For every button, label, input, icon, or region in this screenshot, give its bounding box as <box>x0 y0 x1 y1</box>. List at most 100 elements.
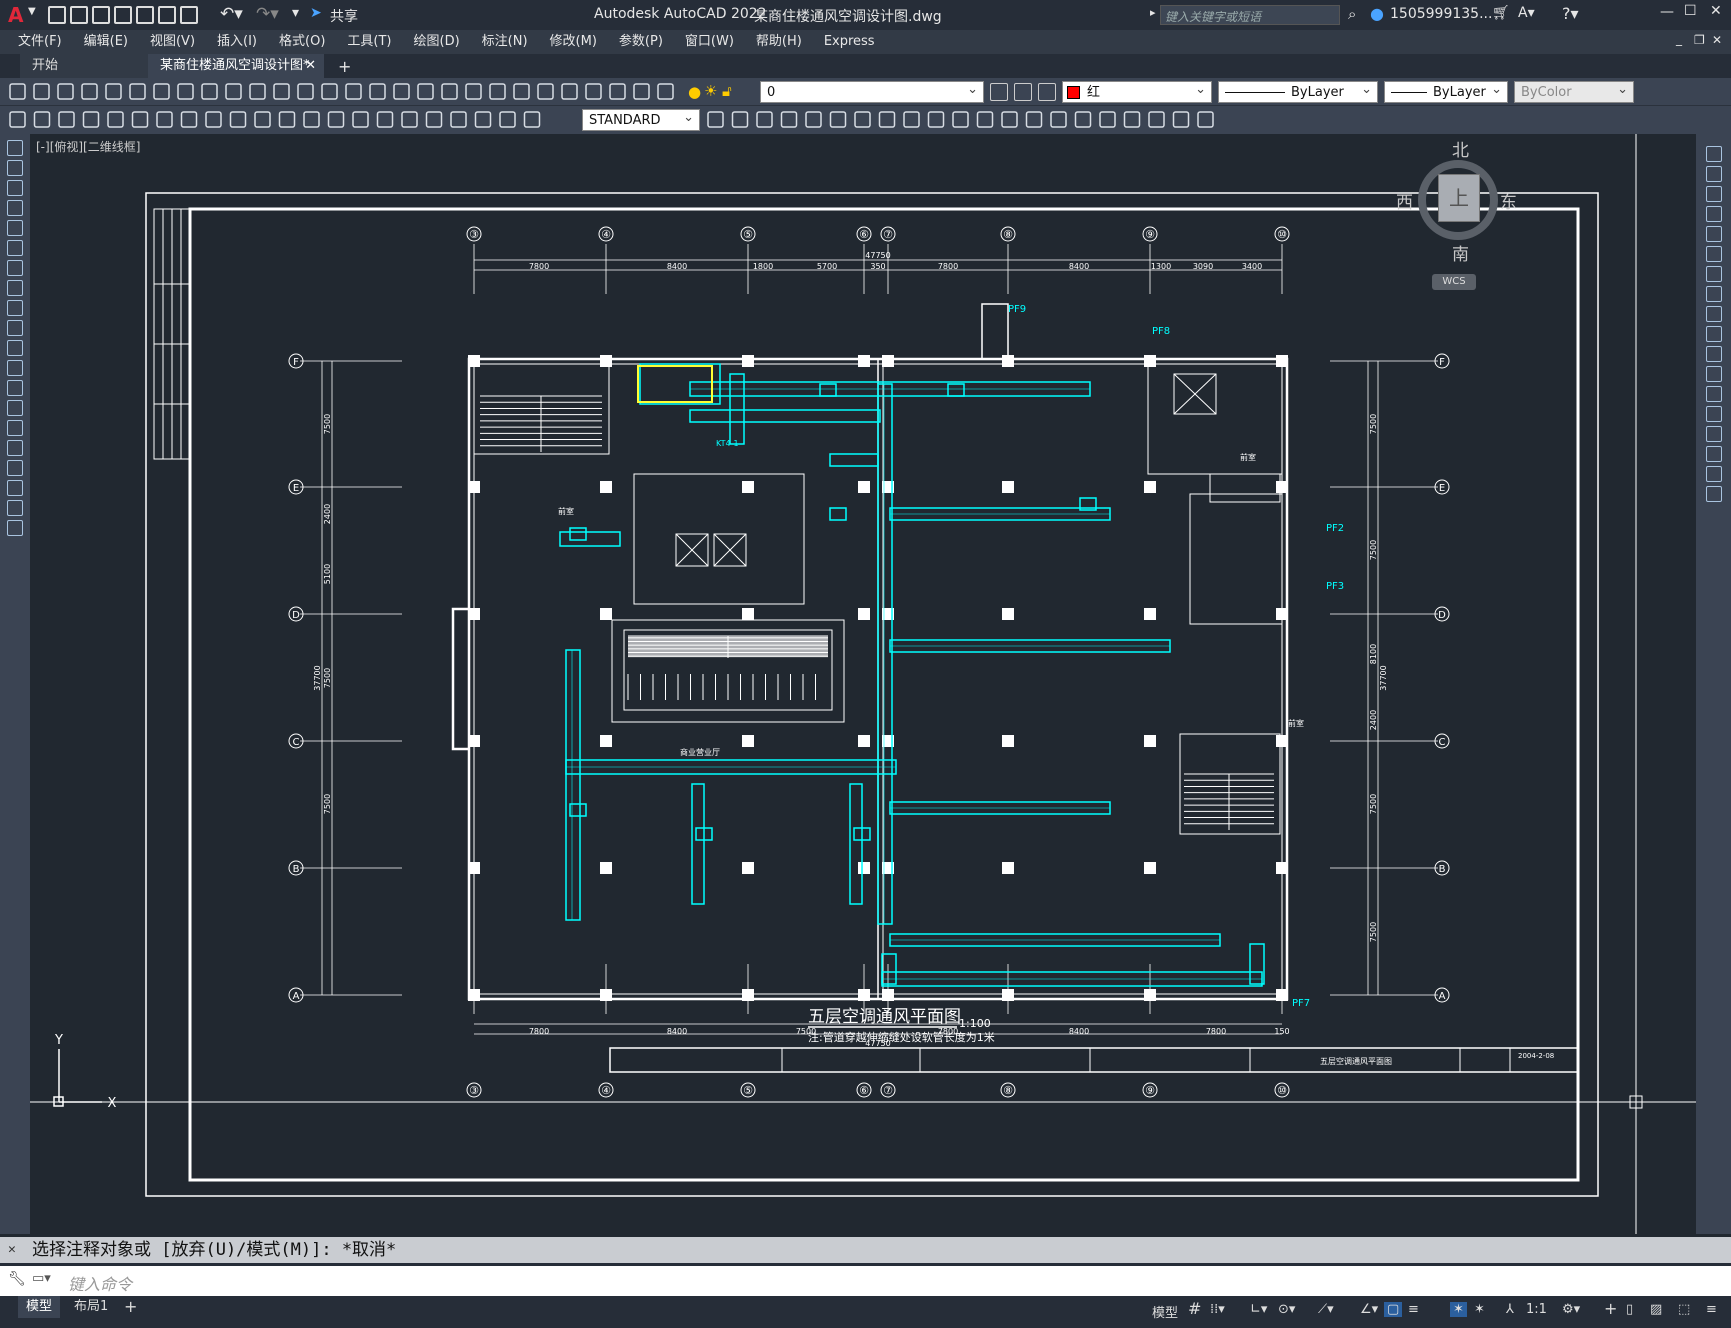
menu-view[interactable]: 视图(V) <box>139 30 206 54</box>
maximize-button[interactable]: ☐ <box>1684 3 1697 19</box>
compass-north[interactable]: 北 <box>1452 136 1469 161</box>
compass-east[interactable]: 东 <box>1500 188 1517 213</box>
lineweight-dropdown[interactable]: ByLayer <box>1384 79 1508 103</box>
draw-tool-icon[interactable] <box>7 400 23 416</box>
modify-tool-icon[interactable] <box>1706 466 1722 482</box>
draw-tool-icon[interactable] <box>7 220 23 236</box>
clean-screen-icon[interactable]: ⬚ <box>1678 1302 1690 1317</box>
workspace-gear-icon[interactable]: ⚙▾ <box>1562 1302 1580 1317</box>
command-line[interactable]: 🔧︎ ▭▾ 键入命令 <box>0 1266 1731 1296</box>
menu-window[interactable]: 窗口(W) <box>674 30 745 54</box>
menu-help[interactable]: 帮助(H) <box>745 30 813 54</box>
draw-tool-icon[interactable] <box>7 420 23 436</box>
layer-properties-icon[interactable] <box>990 83 1008 101</box>
compass-west[interactable]: 西 <box>1396 188 1413 213</box>
modify-tool-icon[interactable] <box>1706 226 1722 242</box>
polar-icon[interactable]: ⊙▾ <box>1278 1302 1295 1317</box>
auto-scale-icon[interactable]: ✶ <box>1474 1302 1485 1317</box>
menu-tools[interactable]: 工具(T) <box>336 30 402 54</box>
linetype-dropdown[interactable]: ByLayer <box>1218 79 1378 103</box>
search-icon[interactable]: ⌕ <box>1348 5 1356 23</box>
annotation-scale-icon[interactable]: ⅄ <box>1506 1302 1514 1317</box>
user-name[interactable]: 1505999135... <box>1390 6 1492 22</box>
draw-tool-icon[interactable] <box>7 280 23 296</box>
print-icon[interactable] <box>180 6 198 24</box>
customization-menu-icon[interactable]: ≡ <box>1706 1302 1717 1317</box>
standard-toolbar-icons[interactable] <box>8 78 708 106</box>
menu-edit[interactable]: 编辑(E) <box>73 30 139 54</box>
tab-start[interactable]: 开始 <box>20 54 148 78</box>
modify-tool-icon[interactable] <box>1706 286 1722 302</box>
compass-south[interactable]: 南 <box>1452 240 1469 265</box>
draw-tool-icon[interactable] <box>7 320 23 336</box>
menu-file[interactable]: 文件(F) <box>7 30 73 54</box>
menu-draw[interactable]: 绘图(D) <box>403 30 471 54</box>
modify-tool-icon[interactable] <box>1706 366 1722 382</box>
menu-dimension[interactable]: 标注(N) <box>471 30 539 54</box>
annotation-monitor-icon[interactable]: + <box>1604 1299 1617 1318</box>
draw-tool-icon[interactable] <box>7 260 23 276</box>
help-icon[interactable]: ?▾ <box>1562 4 1579 23</box>
doc-close-button[interactable]: ✕ <box>1712 33 1722 47</box>
tab-document[interactable]: 某商住楼通风空调设计图* ✕ <box>148 54 324 78</box>
command-close-icon[interactable]: ✕ <box>8 1237 16 1263</box>
floor-plan-drawing[interactable]: ③ ③ ④ ④ ⑤ ⑤ ⑥ ⑥ ⑦ ⑦ ⑧ ⑧ ⑨ ⑨ ⑩ ⑩ F F E E D D C C B B A A PF9 PF8 PF2 PF… <box>30 134 1696 1234</box>
draw-tool-icon[interactable] <box>7 340 23 356</box>
customize-icon[interactable]: ▾ <box>292 5 299 21</box>
drawing-viewport[interactable]: [-][俯视][二维线框] ③ ③ ④ ④ ⑤ ⑤ ⑥ ⑥ ⑦ ⑦ ⑧ ⑧ ⑨ … <box>30 134 1696 1234</box>
modify-tool-icon[interactable] <box>1706 446 1722 462</box>
modify-tool-icon[interactable] <box>1706 326 1722 342</box>
draw-tool-icon[interactable] <box>7 160 23 176</box>
draw-tool-icon[interactable] <box>7 520 23 536</box>
layer-previous-icon[interactable] <box>1038 83 1056 101</box>
draw-tool-icon[interactable] <box>7 240 23 256</box>
draw-tool-icon[interactable] <box>7 460 23 476</box>
modify-tool-icon[interactable] <box>1706 146 1722 162</box>
modify-tool-icon[interactable] <box>1706 486 1722 502</box>
menu-insert[interactable]: 插入(I) <box>206 30 268 54</box>
redo-icon[interactable]: ↷▾ <box>256 4 279 24</box>
dimension-toolbar-icons[interactable] <box>8 106 568 134</box>
close-button[interactable]: ✕ <box>1710 3 1722 19</box>
publish-icon[interactable] <box>158 6 176 24</box>
color-dropdown[interactable]: 红 <box>1062 79 1212 103</box>
layout-tab[interactable]: 布局1 <box>66 1296 116 1318</box>
draw-tool-icon[interactable] <box>7 480 23 496</box>
modify-tool-icon[interactable] <box>1706 246 1722 262</box>
wcs-menu-button[interactable]: WCS <box>1432 274 1476 290</box>
save-icon[interactable] <box>92 6 110 24</box>
modify-tool-icon[interactable] <box>1706 386 1722 402</box>
osnap-icon[interactable]: ∠▾ <box>1360 1302 1378 1317</box>
plot-icon[interactable] <box>136 6 154 24</box>
snap-icon[interactable]: ⁞⁞▾ <box>1210 1302 1225 1317</box>
layer-on-icon[interactable]: ● <box>688 83 701 101</box>
cart-icon[interactable]: 🛒︎ <box>1492 5 1510 21</box>
ortho-icon[interactable]: ∟▾ <box>1250 1302 1267 1317</box>
command-settings-icon[interactable]: 🔧︎ <box>8 1271 26 1287</box>
modify-tool-icon[interactable] <box>1706 166 1722 182</box>
units-icon[interactable]: ▯ <box>1626 1302 1633 1317</box>
layer-dropdown[interactable]: 0 <box>760 79 984 103</box>
modify-tool-icon[interactable] <box>1706 206 1722 222</box>
layer-lock-icon[interactable]: 🔓︎ <box>722 82 732 100</box>
user-icon[interactable]: ● <box>1370 4 1384 23</box>
object-snap-icon[interactable]: ▢ <box>1384 1302 1403 1317</box>
modify-tool-icon[interactable] <box>1706 346 1722 362</box>
doc-restore-button[interactable]: ❐ <box>1694 33 1705 47</box>
make-current-icon[interactable] <box>1014 83 1032 101</box>
viewcube[interactable]: 上 北 南 西 东 <box>1396 136 1520 265</box>
minimize-button[interactable]: — <box>1660 4 1674 20</box>
layer-thaw-icon[interactable]: ☀ <box>704 82 717 100</box>
open-file-icon[interactable] <box>70 6 88 24</box>
recent-commands-icon[interactable]: ▭▾ <box>32 1271 51 1286</box>
grid-icon[interactable]: # <box>1188 1299 1201 1318</box>
modify-tool-icon[interactable] <box>1706 406 1722 422</box>
tab-close-icon[interactable]: ✕ <box>305 54 316 78</box>
autodesk-a360-icon[interactable]: A▾ <box>1518 5 1535 21</box>
autocad-logo-icon[interactable]: A <box>8 3 23 27</box>
draw-tool-icon[interactable] <box>7 200 23 216</box>
menu-express[interactable]: Express <box>813 30 886 54</box>
new-tab-icon[interactable]: + <box>338 57 351 76</box>
lineweight-icon[interactable]: ≡ <box>1408 1302 1419 1317</box>
plotstyle-dropdown[interactable]: ByColor <box>1514 79 1634 103</box>
